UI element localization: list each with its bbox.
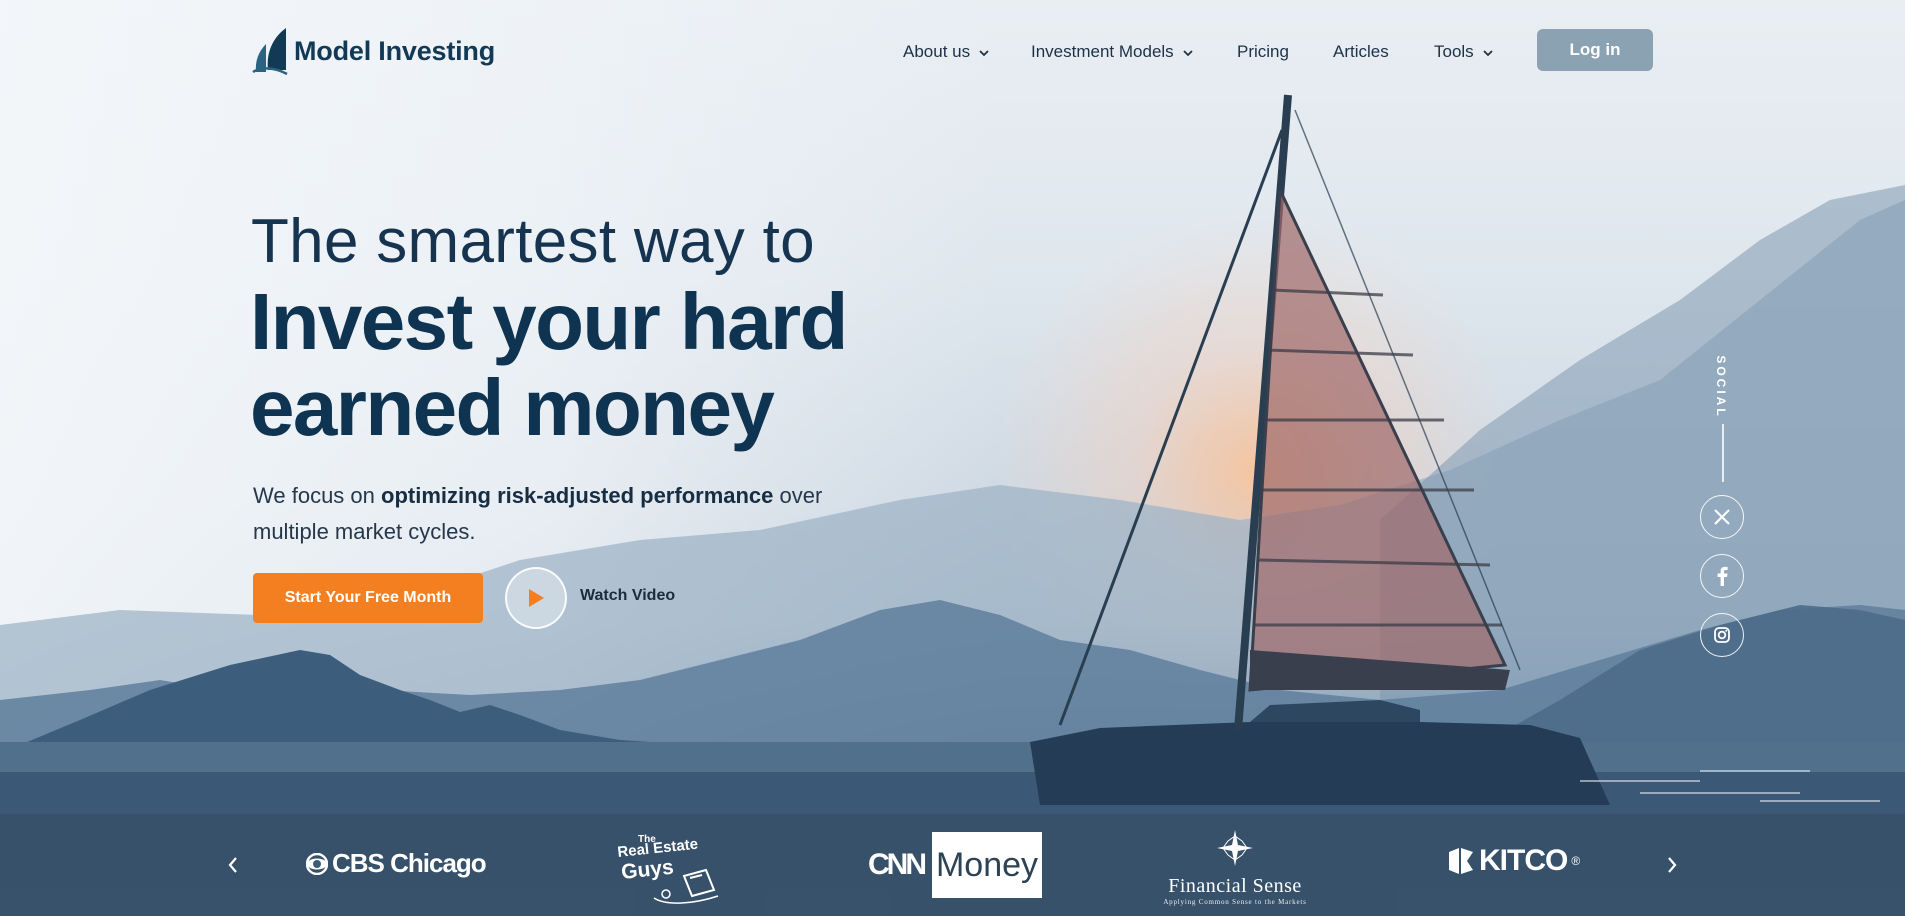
facebook-icon (1717, 566, 1728, 586)
cbs-chicago-text: CBS Chicago (332, 848, 487, 878)
facebook-social-button[interactable] (1700, 554, 1744, 598)
sailboat-scene (0, 94, 1905, 916)
kitco-registered-mark: ® (1571, 854, 1580, 868)
instagram-icon (1714, 627, 1730, 643)
cbs-eye-icon (306, 852, 328, 875)
hero-subtext: We focus on optimizing risk-adjusted per… (253, 478, 873, 550)
chevron-left-icon (228, 857, 237, 873)
nav-item-label: Tools (1434, 42, 1474, 61)
money-wordmark: Money (932, 832, 1042, 898)
hero-headline-line1: The smartest way to (251, 207, 815, 276)
financial-sense-tagline: Applying Common Sense to the Markets (1163, 898, 1307, 906)
real-estate-guys-wordmark: The Real Estate Guys (617, 834, 719, 904)
chevron-right-icon (1668, 857, 1677, 873)
nav-item-label: Investment Models (1031, 42, 1174, 61)
compass-star-icon (1217, 830, 1253, 866)
x-social-button[interactable] (1700, 495, 1744, 539)
start-free-month-button[interactable]: Start Your Free Month (253, 573, 483, 623)
cbs-chicago-logo: CBS Chicago (306, 848, 487, 879)
cnn-wordmark: CNN (868, 848, 927, 881)
brand-logo[interactable]: Model Investing (252, 26, 495, 76)
x-icon (1714, 509, 1730, 525)
kitco-logo: KITCO ® (1447, 844, 1580, 878)
brand-name: Model Investing (294, 35, 496, 66)
hero-background: Model Investing About us Investment Mode… (0, 0, 1905, 916)
chevron-down-icon (979, 49, 989, 56)
press-prev-arrow[interactable] (218, 850, 248, 880)
chevron-down-icon (1183, 49, 1193, 56)
kitco-mark-icon (1449, 848, 1473, 874)
press-next-arrow[interactable] (1657, 850, 1687, 880)
kitco-wordmark: KITCO (1479, 844, 1568, 877)
financial-sense-logo: Financial Sense Applying Common Sense to… (1160, 828, 1310, 906)
hero-headline-line3: earned money (250, 363, 775, 452)
nav-item-tools[interactable]: Tools (1434, 42, 1493, 62)
hero-headline-line2: Invest your hard (250, 277, 848, 366)
social-label: SOCIAL (1709, 352, 1733, 422)
watch-video-play-button[interactable] (505, 567, 567, 629)
nav-item-about-us[interactable]: About us (903, 42, 1031, 62)
cnn-money-logo: CNN Money (868, 832, 1042, 898)
instagram-social-button[interactable] (1700, 613, 1744, 657)
real-estate-guys-logo: The Real Estate Guys (614, 828, 726, 906)
main-nav: About us Investment Models Pricing Artic… (903, 42, 1493, 62)
nav-item-investment-models[interactable]: Investment Models (1031, 42, 1237, 62)
financial-sense-name: Financial Sense (1168, 875, 1302, 897)
nav-item-articles[interactable]: Articles (1333, 42, 1434, 62)
real-estate-guys-line3: Guys (620, 856, 675, 884)
sail-logo-icon (252, 28, 288, 76)
watch-video-link[interactable]: Watch Video (580, 587, 675, 605)
login-button[interactable]: Log in (1537, 29, 1653, 71)
play-icon (529, 589, 544, 607)
social-divider (1722, 424, 1724, 482)
nav-item-pricing[interactable]: Pricing (1237, 42, 1333, 62)
hero-subtext-emphasis: optimizing risk-adjusted performance (381, 483, 774, 508)
social-label-text: SOCIAL (1714, 355, 1728, 419)
hero-subtext-prefix: We focus on (253, 483, 381, 508)
chevron-down-icon (1483, 49, 1493, 56)
nav-item-label: Articles (1333, 42, 1389, 61)
nav-item-label: Pricing (1237, 42, 1289, 61)
nav-item-label: About us (903, 42, 971, 61)
